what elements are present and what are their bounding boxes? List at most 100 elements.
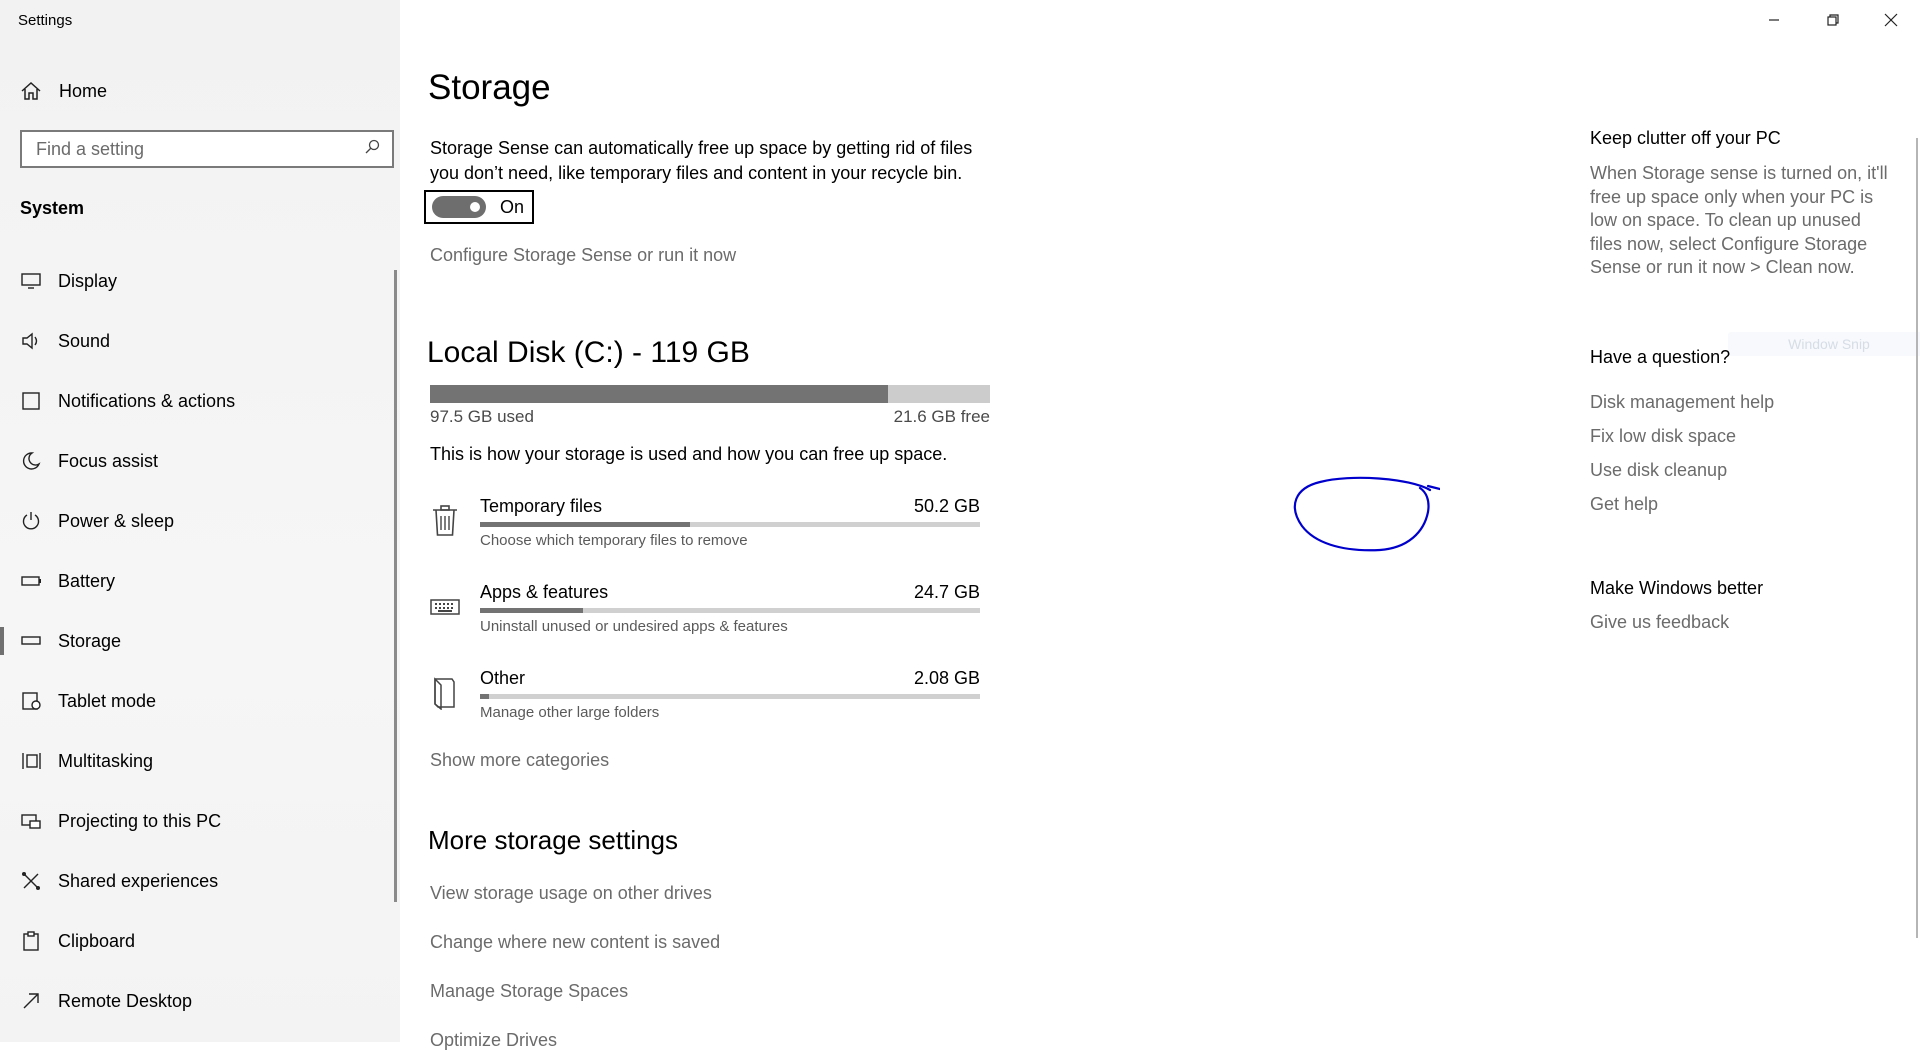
storage-sense-description: Storage Sense can automatically free up … — [430, 138, 973, 183]
sidebar-item-clipboard[interactable]: Clipboard — [0, 919, 395, 963]
use-disk-cleanup-link[interactable]: Use disk cleanup — [1590, 460, 1727, 481]
category-name: Apps & features — [480, 582, 609, 602]
minimize-icon — [1769, 19, 1779, 21]
main-scrollbar[interactable] — [1916, 138, 1918, 938]
toggle-knob — [470, 202, 480, 212]
configure-storage-sense-link[interactable]: Configure Storage Sense or run it now — [430, 245, 736, 266]
home-icon — [20, 80, 42, 102]
sidebar-item-sound[interactable]: Sound — [0, 319, 395, 363]
view-storage-other-drives-link[interactable]: View storage usage on other drives — [430, 883, 712, 904]
search-icon[interactable] — [364, 139, 380, 160]
category-size: 50.2 GB — [913, 496, 980, 516]
sidebar-item-label: Focus assist — [58, 450, 159, 471]
close-icon — [1884, 13, 1898, 27]
fix-low-disk-space-link[interactable]: Fix low disk space — [1590, 426, 1736, 447]
show-more-categories-link[interactable]: Show more categories — [430, 750, 609, 771]
sidebar-item-shared-experiences[interactable]: Shared experiences — [0, 859, 395, 903]
multitasking-icon — [19, 749, 43, 773]
sidebar-item-battery[interactable]: Battery — [0, 559, 395, 603]
restore-icon — [1827, 14, 1839, 26]
power-icon — [19, 509, 43, 533]
sidebar-item-notifications[interactable]: Notifications & actions — [0, 379, 395, 423]
disk-management-help-link[interactable]: Disk management help — [1590, 392, 1774, 413]
folder-icon — [430, 676, 460, 711]
category-bar-fill — [480, 694, 489, 699]
category-other[interactable]: Other 2.08 GB Manage other large folders — [430, 668, 990, 738]
get-help-link[interactable]: Get help — [1590, 494, 1658, 515]
sidebar-item-label: Remote Desktop — [58, 990, 193, 1011]
window-snip-overlay: Window Snip — [1728, 332, 1920, 356]
toggle-state-label: On — [500, 196, 525, 217]
shared-icon — [19, 869, 43, 893]
page-title: Storage — [428, 68, 551, 107]
battery-icon — [19, 569, 43, 593]
category-name: Temporary files — [480, 496, 603, 516]
manage-storage-spaces-link[interactable]: Manage Storage Spaces — [430, 981, 628, 1002]
give-feedback-link[interactable]: Give us feedback — [1590, 612, 1729, 633]
notification-icon — [19, 389, 43, 413]
sidebar-item-projecting[interactable]: Projecting to this PC — [0, 799, 395, 843]
disk-used-label: 97.5 GB used — [430, 407, 534, 426]
sidebar-item-label: Battery — [58, 570, 116, 591]
storage-sense-toggle[interactable]: On — [424, 190, 534, 224]
keyboard-icon — [430, 590, 460, 624]
app-title: Settings — [18, 12, 73, 29]
category-bar — [480, 522, 980, 527]
category-size: 2.08 GB — [913, 668, 980, 688]
category-bar — [480, 608, 980, 613]
sidebar-item-remote-desktop[interactable]: Remote Desktop — [0, 979, 395, 1023]
sidebar-item-focus-assist[interactable]: Focus assist — [0, 439, 395, 483]
trash-icon — [430, 504, 460, 538]
sidebar-item-label: Power & sleep — [58, 510, 175, 531]
section-label-system: System — [20, 198, 85, 218]
sidebar-item-storage[interactable]: Storage — [0, 619, 395, 663]
category-temporary-files[interactable]: Temporary files 50.2 GB Choose which tem… — [430, 496, 990, 566]
storage-icon — [19, 629, 43, 653]
projecting-icon — [19, 809, 43, 833]
category-name: Other — [480, 668, 526, 688]
sidebar-item-power-sleep[interactable]: Power & sleep — [0, 499, 395, 543]
category-subtext: Manage other large folders — [480, 704, 660, 721]
minimize-button[interactable] — [1759, 6, 1789, 34]
optimize-drives-link[interactable]: Optimize Drives — [430, 1030, 557, 1051]
sidebar-item-multitasking[interactable]: Multitasking — [0, 739, 395, 783]
toggle-switch[interactable] — [432, 196, 486, 218]
more-storage-title: More storage settings — [428, 825, 679, 855]
sidebar-item-label: Projecting to this PC — [58, 810, 222, 831]
clutter-body: When Storage sense is turned on, it'll f… — [1590, 163, 1888, 277]
annotation-circle — [1293, 476, 1440, 552]
sidebar: Settings Home Find a setting System Disp… — [0, 0, 400, 1042]
make-windows-better-title: Make Windows better — [1590, 578, 1764, 598]
active-indicator — [0, 627, 4, 655]
disk-free-label: 21.6 GB free — [893, 407, 990, 426]
sidebar-item-display[interactable]: Display — [0, 259, 395, 303]
clutter-title: Keep clutter off your PC — [1590, 128, 1781, 148]
sidebar-item-label: Multitasking — [58, 750, 154, 771]
sidebar-item-label: Storage — [58, 630, 122, 651]
storage-info-text: This is how your storage is used and how… — [430, 444, 948, 464]
search-field[interactable]: Find a setting — [20, 130, 394, 168]
category-bar-fill — [480, 608, 583, 613]
category-subtext: Choose which temporary files to remove — [480, 532, 748, 549]
change-save-location-link[interactable]: Change where new content is saved — [430, 932, 720, 953]
sidebar-scrollbar[interactable] — [394, 270, 397, 902]
disk-usage-bar — [430, 385, 990, 403]
category-subtext: Uninstall unused or undesired apps & fea… — [480, 618, 788, 635]
main-content: Storage Storage Sense can automatically … — [400, 0, 1920, 1050]
category-bar — [480, 694, 980, 699]
sidebar-item-tablet-mode[interactable]: Tablet mode — [0, 679, 395, 723]
disk-usage-fill — [430, 385, 889, 403]
question-title: Have a question? — [1590, 347, 1731, 367]
home-button[interactable]: Home — [20, 80, 107, 102]
tablet-icon — [19, 689, 43, 713]
sidebar-item-label: Display — [58, 270, 118, 291]
speaker-icon — [19, 329, 43, 353]
category-apps-features[interactable]: Apps & features 24.7 GB Uninstall unused… — [430, 582, 990, 652]
clipboard-icon — [19, 929, 43, 953]
close-button[interactable] — [1876, 6, 1906, 34]
search-input[interactable]: Find a setting — [36, 139, 364, 160]
restore-button[interactable] — [1818, 6, 1848, 34]
sidebar-item-label: Tablet mode — [58, 690, 157, 711]
category-bar-fill — [480, 522, 690, 527]
sidebar-item-label: Sound — [58, 330, 111, 351]
